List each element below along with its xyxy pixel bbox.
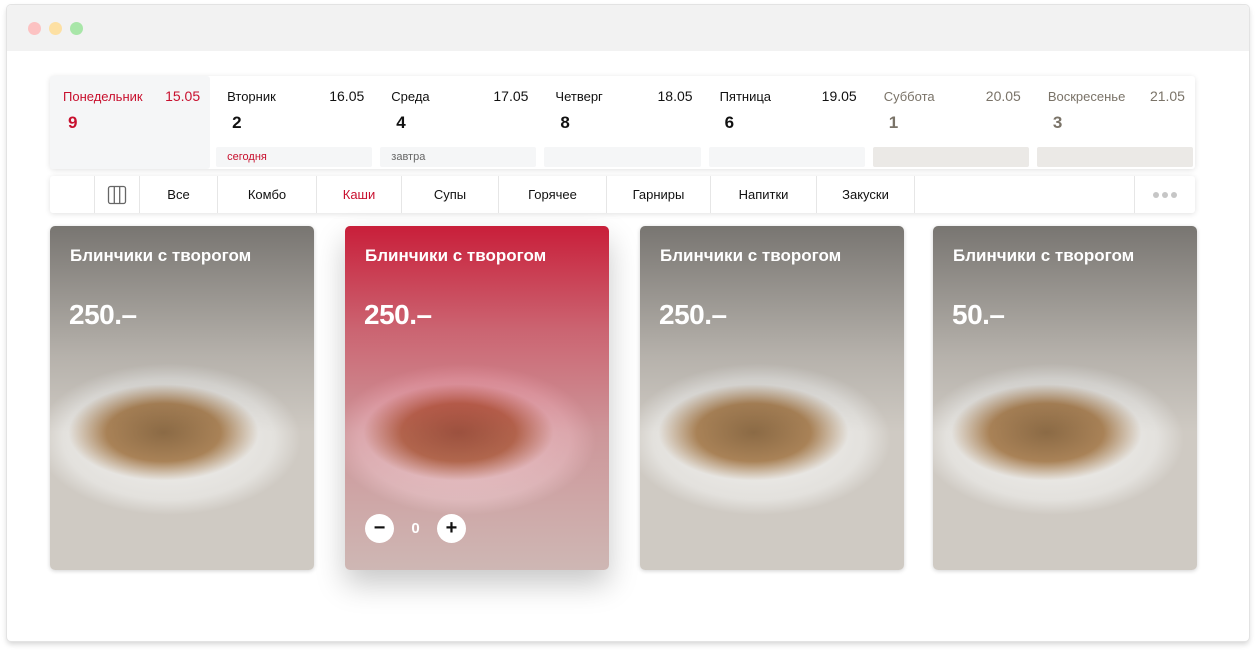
minimize-window-button[interactable]: [49, 22, 62, 35]
category-bar-start: [50, 176, 95, 213]
product-card[interactable]: Блинчики с творогом 250.–: [50, 226, 314, 570]
window-titlebar: [7, 5, 1249, 51]
day-order-count: 3: [1052, 113, 1063, 132]
product-name: Блинчики с творогом: [660, 246, 842, 265]
product-name: Блинчики с творогом: [953, 246, 1135, 265]
day-name: Среда: [391, 89, 430, 104]
card-image-overlay: [933, 226, 1197, 570]
day-status: сегодня: [216, 147, 373, 167]
product-card[interactable]: Блинчики с творогом 250.–: [640, 226, 904, 570]
day-name: Воскресенье: [1047, 89, 1126, 104]
day-tab-saturday[interactable]: Суббота 20.05 1: [870, 76, 1031, 169]
day-date: 18.05: [657, 88, 693, 104]
day-tab-thursday[interactable]: Четверг 18.05 8: [542, 76, 703, 169]
day-name: Вторник: [227, 89, 276, 104]
category-tab-snacks[interactable]: Закуски: [817, 176, 915, 213]
day-date: 20.05: [985, 88, 1021, 104]
day-order-count: 1: [888, 113, 899, 132]
day-tab-sunday[interactable]: Воскресенье 21.05 3: [1034, 76, 1195, 169]
day-name: Понедельник: [63, 89, 143, 104]
plus-icon[interactable]: +: [437, 513, 466, 543]
minus-icon[interactable]: −: [365, 513, 394, 543]
product-name: Блинчики с творогом: [365, 246, 547, 265]
day-order-count: 9: [68, 113, 78, 132]
day-tab-wednesday[interactable]: Среда 17.05 4 завтра: [378, 76, 539, 169]
day-selector: Понедельник 15.05 9 Вторник 16.05 2 сего…: [50, 76, 1195, 169]
category-tab-drinks[interactable]: Напитки: [711, 176, 817, 213]
day-date: 16.05: [329, 88, 365, 104]
category-tab-porridge[interactable]: Каши: [317, 176, 402, 213]
day-date: 21.05: [1149, 88, 1185, 104]
day-name: Суббота: [883, 89, 935, 104]
columns-icon[interactable]: [95, 176, 140, 213]
day-status: [544, 147, 701, 167]
close-window-button[interactable]: [28, 22, 41, 35]
day-date: 19.05: [821, 88, 857, 104]
category-tab-combo[interactable]: Комбо: [218, 176, 317, 213]
day-order-count: 6: [724, 113, 735, 132]
day-date: 17.05: [493, 88, 529, 104]
product-name: Блинчики с творогом: [70, 246, 252, 265]
maximize-window-button[interactable]: [70, 22, 83, 35]
quantity-stepper: − 0 +: [365, 513, 466, 543]
day-name: Четверг: [555, 89, 603, 104]
quantity-value: 0: [411, 519, 420, 537]
product-price: 250.–: [69, 299, 137, 330]
day-tab-tuesday[interactable]: Вторник 16.05 2 сегодня: [214, 76, 375, 169]
day-order-count: 8: [560, 113, 570, 132]
product-card[interactable]: Блинчики с творогом 50.–: [933, 226, 1197, 570]
day-status: завтра: [380, 147, 537, 167]
day-order-count: 4: [396, 113, 406, 132]
day-order-count: 2: [232, 113, 242, 132]
day-date: 15.05: [165, 88, 201, 104]
card-image-overlay: [50, 226, 314, 570]
category-tab-all[interactable]: Все: [140, 176, 218, 213]
product-card-selected[interactable]: Блинчики с творогом 250.– − 0 +: [345, 226, 609, 570]
day-status: [872, 147, 1029, 167]
day-tab-friday[interactable]: Пятница 19.05 6: [706, 76, 867, 169]
product-price: 250.–: [659, 299, 727, 330]
day-tab-monday[interactable]: Понедельник 15.05 9: [50, 76, 211, 169]
product-price: 50.–: [952, 299, 1005, 330]
category-tab-hot[interactable]: Горячее: [499, 176, 607, 213]
day-name: Пятница: [719, 89, 772, 104]
card-image-overlay: [640, 226, 904, 570]
product-price: 250.–: [364, 299, 432, 330]
day-status: [708, 147, 865, 167]
category-tab-soups[interactable]: Супы: [402, 176, 499, 213]
category-bar: Все Комбо Каши Супы Горячее Гарниры Напи…: [50, 176, 1195, 213]
category-bar-spacer: [915, 176, 1134, 213]
category-tab-sides[interactable]: Гарниры: [607, 176, 711, 213]
more-dots-icon[interactable]: [1134, 176, 1195, 213]
day-status: [1036, 147, 1193, 167]
